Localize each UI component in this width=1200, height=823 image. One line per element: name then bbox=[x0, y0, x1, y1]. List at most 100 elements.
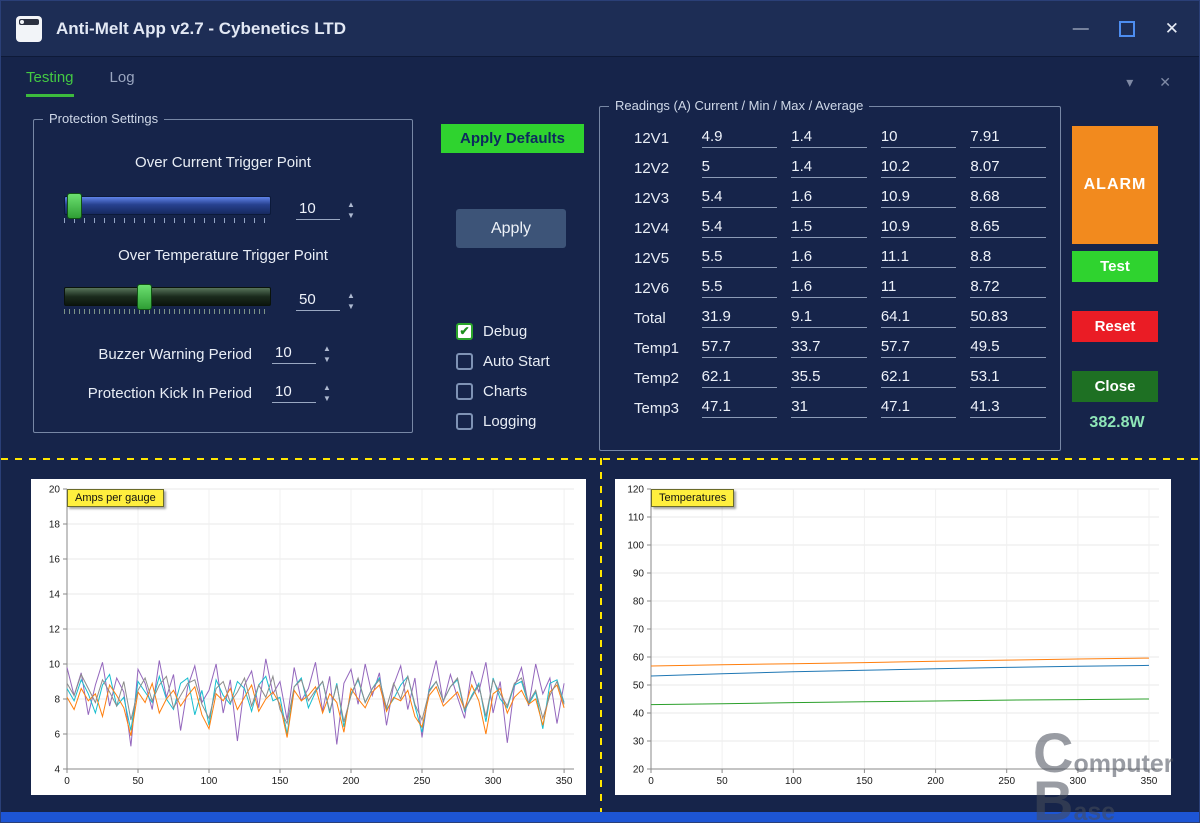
test-button[interactable]: Test bbox=[1072, 251, 1158, 282]
reset-button[interactable]: Reset bbox=[1072, 311, 1158, 342]
reading-value: 57.7 bbox=[881, 338, 957, 358]
reading-value: 10 bbox=[881, 128, 957, 148]
reading-value: 1.6 bbox=[791, 188, 867, 208]
apply-button[interactable]: Apply bbox=[456, 209, 566, 248]
svg-text:6: 6 bbox=[54, 730, 60, 741]
maximize-button[interactable] bbox=[1119, 21, 1135, 37]
checkbox-auto-start[interactable]: Auto Start bbox=[456, 346, 550, 376]
svg-text:350: 350 bbox=[556, 776, 573, 787]
reading-value: 8.07 bbox=[970, 158, 1046, 178]
reading-label: 12V6 bbox=[634, 280, 702, 297]
spin-down-icon[interactable]: ▼ bbox=[323, 395, 331, 403]
checkbox-label: Auto Start bbox=[483, 353, 550, 370]
readings-row: 12V65.51.6118.72 bbox=[600, 273, 1060, 303]
tab-testing[interactable]: Testing bbox=[26, 69, 74, 97]
spin-down-icon[interactable]: ▼ bbox=[347, 212, 355, 220]
svg-text:8: 8 bbox=[54, 695, 60, 706]
reading-label: Temp2 bbox=[634, 370, 702, 387]
reading-value: 8.65 bbox=[970, 218, 1046, 238]
svg-text:250: 250 bbox=[414, 776, 431, 787]
reading-value: 57.7 bbox=[702, 338, 778, 358]
checkbox-checked-icon[interactable]: ✔ bbox=[456, 323, 473, 340]
svg-text:150: 150 bbox=[856, 776, 873, 787]
reading-value: 5.5 bbox=[702, 248, 778, 268]
spin-up-icon[interactable]: ▲ bbox=[323, 384, 331, 392]
over-current-label: Over Current Trigger Point bbox=[34, 154, 412, 171]
over-current-slider[interactable] bbox=[64, 196, 269, 223]
buzzer-warning-value[interactable]: 10 bbox=[272, 344, 316, 364]
over-temp-slider-ticks bbox=[64, 309, 269, 314]
app-icon bbox=[16, 16, 42, 42]
checkbox-box[interactable] bbox=[456, 353, 473, 370]
spin-down-icon[interactable]: ▼ bbox=[347, 303, 355, 311]
checkbox-charts[interactable]: Charts bbox=[456, 376, 550, 406]
temps-chart-note: Temperatures bbox=[651, 489, 734, 507]
apply-defaults-button[interactable]: Apply Defaults bbox=[441, 124, 584, 153]
chevron-down-icon[interactable]: ▾ bbox=[1126, 74, 1133, 91]
reading-value: 50.83 bbox=[970, 308, 1046, 328]
spin-up-icon[interactable]: ▲ bbox=[347, 292, 355, 300]
reading-value: 7.91 bbox=[970, 128, 1046, 148]
close-window-button[interactable]: ✕ bbox=[1165, 19, 1179, 39]
power-total-value: 382.8W bbox=[1072, 414, 1162, 432]
close-button[interactable]: Close bbox=[1072, 371, 1158, 402]
spin-up-icon[interactable]: ▲ bbox=[323, 345, 331, 353]
kick-in-spinner[interactable]: 10 ▲ ▼ bbox=[272, 383, 331, 403]
minimize-button[interactable]: — bbox=[1073, 20, 1089, 38]
svg-text:60: 60 bbox=[633, 653, 645, 664]
svg-text:30: 30 bbox=[633, 737, 645, 748]
over-current-slider-track[interactable] bbox=[64, 196, 271, 215]
svg-text:16: 16 bbox=[49, 555, 61, 566]
over-current-value[interactable]: 10 bbox=[296, 200, 340, 220]
readings-row: 12V251.410.28.07 bbox=[600, 153, 1060, 183]
buzzer-warning-label: Buzzer Warning Period bbox=[34, 346, 252, 363]
computerbase-watermark: Computer Base bbox=[1033, 729, 1173, 823]
over-temp-value[interactable]: 50 bbox=[296, 291, 340, 311]
svg-text:200: 200 bbox=[343, 776, 360, 787]
reading-value: 1.4 bbox=[791, 128, 867, 148]
reading-value: 31.9 bbox=[702, 308, 778, 328]
reading-value: 5.5 bbox=[702, 278, 778, 298]
reading-value: 11.1 bbox=[881, 248, 957, 268]
over-temp-slider-thumb[interactable] bbox=[137, 284, 152, 310]
svg-text:0: 0 bbox=[648, 776, 654, 787]
readings-row: Temp347.13147.141.3 bbox=[600, 393, 1060, 423]
kick-in-value[interactable]: 10 bbox=[272, 383, 316, 403]
svg-text:250: 250 bbox=[998, 776, 1015, 787]
svg-text:40: 40 bbox=[633, 709, 645, 720]
tab-strip: Testing Log ▾ ✕ bbox=[1, 56, 1199, 101]
protection-settings-group: Protection Settings Over Current Trigger… bbox=[33, 119, 413, 433]
checkbox-box[interactable] bbox=[456, 383, 473, 400]
readings-row: Temp262.135.562.153.1 bbox=[600, 363, 1060, 393]
reading-label: 12V5 bbox=[634, 250, 702, 267]
reading-value: 1.6 bbox=[791, 278, 867, 298]
over-temp-slider[interactable] bbox=[64, 287, 269, 314]
over-temp-spinner[interactable]: 50 ▲ ▼ bbox=[296, 291, 355, 311]
svg-text:12: 12 bbox=[49, 625, 61, 636]
svg-text:100: 100 bbox=[627, 541, 644, 552]
amps-chart-canvas: 468101214161820050100150200250300350 bbox=[31, 479, 586, 795]
vertical-divider bbox=[600, 458, 602, 814]
svg-text:10: 10 bbox=[49, 660, 61, 671]
readings-group: Readings (A) Current / Min / Max / Avera… bbox=[599, 106, 1061, 451]
buzzer-warning-spinner[interactable]: 10 ▲ ▼ bbox=[272, 344, 331, 364]
over-temp-slider-track[interactable] bbox=[64, 287, 271, 306]
reading-value: 8.8 bbox=[970, 248, 1046, 268]
spin-up-icon[interactable]: ▲ bbox=[347, 201, 355, 209]
spin-down-icon[interactable]: ▼ bbox=[323, 356, 331, 364]
tab-log[interactable]: Log bbox=[110, 69, 135, 97]
reading-value: 5.4 bbox=[702, 188, 778, 208]
over-current-slider-thumb[interactable] bbox=[67, 193, 82, 219]
checkbox-logging[interactable]: Logging bbox=[456, 406, 550, 436]
checkbox-box[interactable] bbox=[456, 413, 473, 430]
over-current-spinner[interactable]: 10 ▲ ▼ bbox=[296, 200, 355, 220]
svg-text:80: 80 bbox=[633, 597, 645, 608]
checkbox-debug[interactable]: ✔Debug bbox=[456, 316, 550, 346]
reading-value: 10.9 bbox=[881, 218, 957, 238]
close-tab-icon[interactable]: ✕ bbox=[1159, 74, 1171, 91]
svg-text:4: 4 bbox=[54, 765, 60, 776]
svg-text:50: 50 bbox=[717, 776, 729, 787]
reading-label: 12V1 bbox=[634, 130, 702, 147]
kick-in-label: Protection Kick In Period bbox=[34, 385, 252, 402]
reading-value: 33.7 bbox=[791, 338, 867, 358]
